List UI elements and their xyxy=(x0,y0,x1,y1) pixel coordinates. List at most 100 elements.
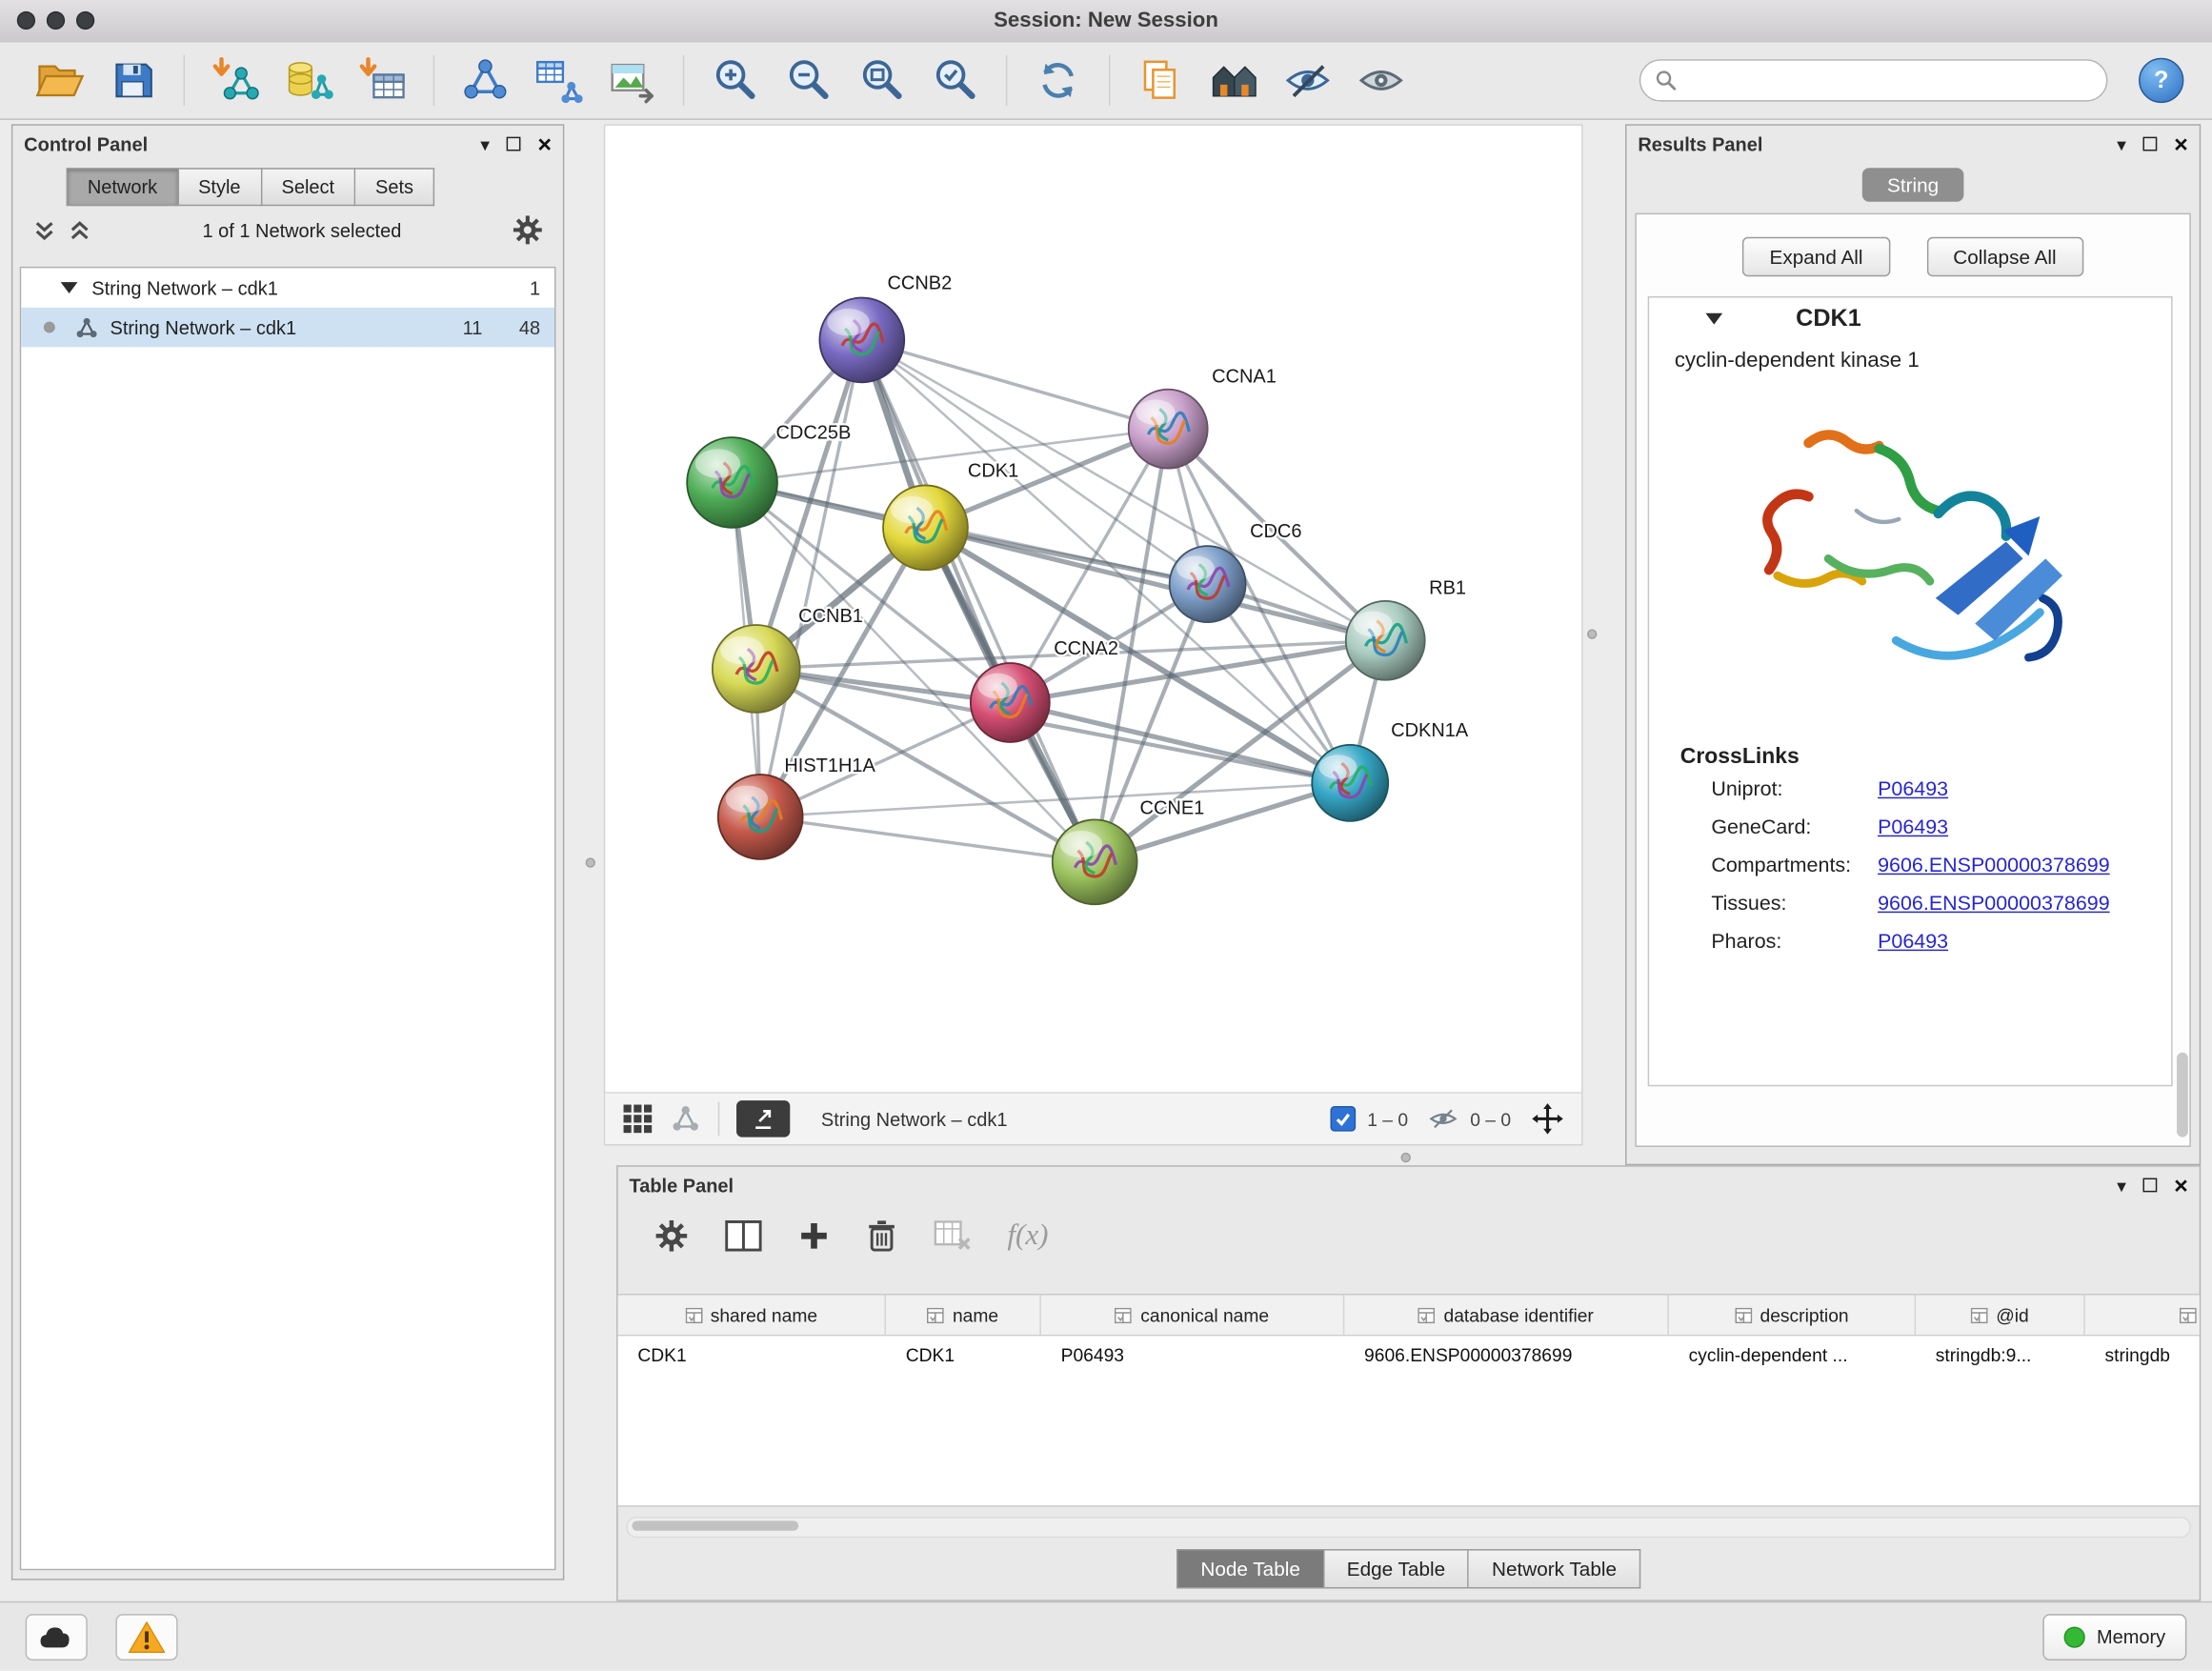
add-column-icon[interactable] xyxy=(798,1219,830,1251)
import-table-button[interactable] xyxy=(352,50,413,111)
crosslink-link[interactable]: P06493 xyxy=(1878,931,1948,954)
panel-close-button[interactable]: × xyxy=(537,131,552,155)
import-network-from-file-button[interactable] xyxy=(205,50,267,111)
panel-close-button[interactable]: × xyxy=(2174,1173,2188,1197)
column-header--id[interactable]: @id xyxy=(1916,1295,2085,1334)
crosslink-link[interactable]: P06493 xyxy=(1878,816,1948,839)
panel-float-button[interactable]: ▾ xyxy=(2117,1176,2126,1194)
column-header-namespace[interactable]: namespace xyxy=(2085,1295,2200,1334)
hide-graphics-details-button[interactable] xyxy=(1277,50,1338,111)
pan-move-icon[interactable] xyxy=(1531,1102,1565,1137)
zoom-out-button[interactable] xyxy=(777,50,839,111)
network-canvas[interactable]: CCNB2CCNA1CDC25BCDK1CDC6RB1CCNB1CCNA2CDK… xyxy=(605,126,1581,1094)
crosslink-link[interactable]: 9606.ENSP00000378699 xyxy=(1878,855,2110,877)
tab-select[interactable]: Select xyxy=(262,168,356,206)
table-cell[interactable]: cyclin-dependent ... xyxy=(1669,1344,1916,1365)
detach-view-button[interactable] xyxy=(736,1100,790,1137)
crosslink-link[interactable]: 9606.ENSP00000378699 xyxy=(1878,893,2110,916)
new-network-from-table-button[interactable] xyxy=(528,50,590,111)
search-box[interactable] xyxy=(1639,59,2108,101)
tab-string[interactable]: String xyxy=(1861,168,1963,202)
column-header-database-identifier[interactable]: database identifier xyxy=(1344,1295,1669,1334)
network-node-HIST1H1A[interactable]: HIST1H1A xyxy=(718,755,876,859)
tab-style[interactable]: Style xyxy=(178,168,261,206)
horizontal-splitter-handle[interactable] xyxy=(1401,1153,1411,1162)
network-edge-CCNB2-CCNA1[interactable] xyxy=(862,340,1168,429)
expand-all-button[interactable]: Expand All xyxy=(1742,237,1889,276)
table-cell[interactable]: stringdb:9... xyxy=(1916,1344,2085,1365)
new-network-button[interactable] xyxy=(454,50,516,111)
crosslink-link[interactable]: P06493 xyxy=(1878,778,1948,801)
table-cell[interactable]: stringdb xyxy=(2085,1344,2200,1365)
grid-view-icon[interactable] xyxy=(622,1103,654,1135)
refresh-view-button[interactable] xyxy=(1027,50,1089,111)
network-row[interactable]: String Network – cdk1 11 48 xyxy=(21,308,554,347)
show-columns-icon[interactable] xyxy=(725,1219,762,1251)
table-settings-gear-icon[interactable] xyxy=(654,1218,689,1253)
delete-column-trash-icon[interactable] xyxy=(866,1218,897,1253)
network-node-CCNA1[interactable]: CCNA1 xyxy=(1129,366,1277,468)
results-scrollbar[interactable] xyxy=(2177,1053,2188,1137)
network-node-CCNB1[interactable]: CCNB1 xyxy=(713,606,863,713)
save-session-button[interactable] xyxy=(102,50,164,111)
tab-node-table[interactable]: Node Table xyxy=(1176,1549,1324,1588)
export-image-button[interactable] xyxy=(601,50,663,111)
expander-icon[interactable] xyxy=(61,282,78,293)
panel-maximize-button[interactable] xyxy=(2143,137,2158,151)
collapse-all-icon[interactable] xyxy=(32,218,56,242)
expand-all-icon[interactable] xyxy=(68,218,91,242)
column-header-description[interactable]: description xyxy=(1669,1295,1916,1334)
panel-float-button[interactable]: ▾ xyxy=(2117,134,2126,152)
import-network-from-database-button[interactable] xyxy=(278,50,340,111)
panel-maximize-button[interactable] xyxy=(2143,1178,2158,1193)
column-header-name[interactable]: name xyxy=(886,1295,1041,1334)
network-node-RB1[interactable]: RB1 xyxy=(1346,577,1466,679)
tab-sets[interactable]: Sets xyxy=(355,168,434,206)
table-horizontal-scrollbar[interactable] xyxy=(627,1517,2191,1538)
network-edge-CCNA2-CDKN1A[interactable] xyxy=(1010,702,1350,782)
network-node-CDKN1A[interactable]: CDKN1A xyxy=(1312,720,1469,821)
network-edge-CCNE1-HIST1H1A[interactable] xyxy=(760,816,1095,861)
cloud-button[interactable] xyxy=(26,1613,88,1660)
network-edge-CCNB2-HIST1H1A[interactable] xyxy=(760,340,862,817)
network-edge-CDK1-RB1[interactable] xyxy=(925,528,1385,640)
network-overview-icon[interactable] xyxy=(670,1103,701,1135)
network-collection-row[interactable]: String Network – cdk1 1 xyxy=(21,268,554,307)
table-cell[interactable]: P06493 xyxy=(1041,1344,1344,1365)
zoom-selected-button[interactable] xyxy=(924,50,986,111)
copy-document-button[interactable] xyxy=(1130,50,1192,111)
panel-float-button[interactable]: ▾ xyxy=(480,134,490,152)
network-node-CCNB2[interactable]: CCNB2 xyxy=(819,273,952,383)
zoom-in-button[interactable] xyxy=(704,50,766,111)
browser-home-button[interactable] xyxy=(1203,50,1265,111)
selected-checkbox[interactable] xyxy=(1331,1106,1357,1132)
scrollbar-thumb[interactable] xyxy=(632,1520,798,1530)
column-header-canonical-name[interactable]: canonical name xyxy=(1041,1295,1344,1334)
zoom-fit-button[interactable] xyxy=(851,50,913,111)
gear-icon[interactable] xyxy=(513,214,544,246)
collapse-all-button[interactable]: Collapse All xyxy=(1926,237,2083,276)
table-cell[interactable]: 9606.ENSP00000378699 xyxy=(1344,1344,1669,1365)
network-edge-CCNB2-CCNE1[interactable] xyxy=(862,340,1095,862)
collapse-section-icon[interactable] xyxy=(1705,313,1722,325)
panel-maximize-button[interactable] xyxy=(507,137,521,151)
open-session-button[interactable] xyxy=(29,50,90,111)
table-cell[interactable]: CDK1 xyxy=(618,1344,886,1365)
table-body: CDK1CDK1P064939606.ENSP00000378699cyclin… xyxy=(618,1336,2200,1374)
right-splitter-handle[interactable] xyxy=(1587,629,1597,638)
tab-network-table[interactable]: Network Table xyxy=(1469,1549,1640,1588)
network-node-CDK1[interactable]: CDK1 xyxy=(883,461,1018,571)
help-button[interactable]: ? xyxy=(2139,58,2183,103)
panel-close-button[interactable]: × xyxy=(2174,131,2188,155)
column-header-shared-name[interactable]: shared name xyxy=(618,1295,886,1334)
tab-edge-table[interactable]: Edge Table xyxy=(1324,1549,1469,1588)
network-node-CCNE1[interactable]: CCNE1 xyxy=(1053,797,1205,904)
table-cell[interactable]: CDK1 xyxy=(886,1344,1041,1365)
tab-network[interactable]: Network xyxy=(67,168,179,206)
left-splitter-handle[interactable] xyxy=(586,857,595,867)
memory-button[interactable]: Memory xyxy=(2043,1613,2187,1660)
search-input[interactable] xyxy=(1686,68,2092,93)
table-row[interactable]: CDK1CDK1P064939606.ENSP00000378699cyclin… xyxy=(618,1336,2200,1374)
warnings-button[interactable] xyxy=(115,1613,177,1660)
show-graphics-details-button[interactable] xyxy=(1350,50,1412,111)
